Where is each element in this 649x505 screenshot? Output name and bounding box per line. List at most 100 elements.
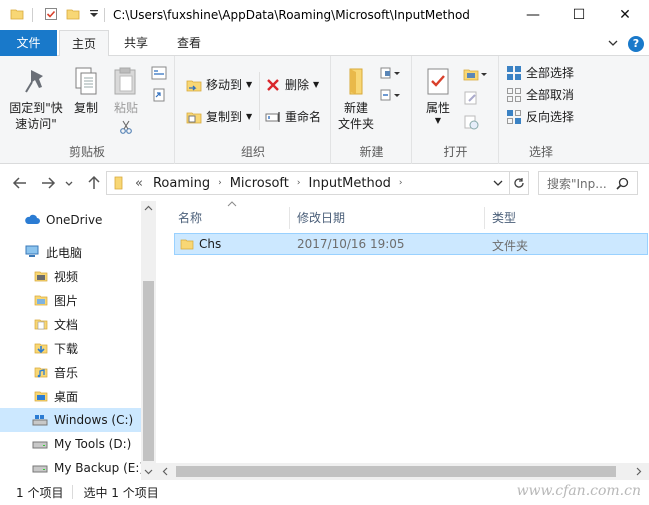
delete-button[interactable]: 删除 ▼ <box>265 76 319 93</box>
tab-home[interactable]: 主页 <box>59 30 109 57</box>
address-dropdown-icon[interactable] <box>492 179 504 187</box>
new-item-icon[interactable] <box>380 66 402 80</box>
rename-icon <box>265 111 280 122</box>
breadcrumb-chevron-icon[interactable]: › <box>218 178 222 188</box>
nav-item-drive-c[interactable]: Windows (C:) <box>0 408 141 432</box>
move-to-button[interactable]: 移动到 ▼ <box>186 76 252 93</box>
status-separator <box>72 485 73 499</box>
search-box[interactable]: 搜索"Inp... <box>538 171 638 195</box>
column-header-type[interactable]: 类型 <box>492 207 592 229</box>
close-button[interactable]: ✕ <box>602 0 648 30</box>
watermark: www.cfan.com.cn <box>516 483 641 499</box>
title-bar: C:\Users\fuxshine\AppData\Roaming\Micros… <box>0 0 649 30</box>
paste-shortcut-icon[interactable] <box>151 88 167 102</box>
customize-quick-access-icon[interactable] <box>87 7 101 21</box>
properties-icon <box>427 68 449 95</box>
history-icon[interactable] <box>463 114 479 130</box>
breadcrumb-inputmethod[interactable]: InputMethod <box>309 176 391 191</box>
address-bar[interactable]: « Roaming › Microsoft › InputMethod › <box>106 171 510 195</box>
minimize-button[interactable]: — <box>510 0 556 30</box>
clipboard-group-label: 剪贴板 <box>68 145 105 159</box>
forward-arrow-icon[interactable] <box>40 175 56 191</box>
navigation-bar: « Roaming › Microsoft › InputMethod › 搜索… <box>0 165 649 201</box>
select-all-button[interactable]: 全部选择 <box>506 64 574 81</box>
pin-to-quick-access-button[interactable]: 固定到"快 速访问" <box>6 66 66 132</box>
maximize-button[interactable]: ☐ <box>556 0 602 30</box>
nav-item-onedrive[interactable]: OneDrive <box>0 208 141 232</box>
nav-item-music[interactable]: 音乐 <box>0 360 141 384</box>
select-group: 全部选择 全部取消 反向选择 选择 <box>500 56 582 164</box>
drive-icon <box>32 465 48 473</box>
properties-button[interactable]: 属性 ▼ <box>417 66 459 125</box>
file-list: 名称 修改日期 类型 Chs 2017/10/16 19:05 文件夹 <box>156 201 649 480</box>
table-row[interactable]: Chs 2017/10/16 19:05 文件夹 <box>174 233 648 255</box>
videos-folder-icon <box>34 271 48 282</box>
selected-count: 选中 1 个项目 <box>83 486 159 500</box>
properties-quick-icon[interactable] <box>44 7 58 21</box>
tab-file[interactable]: 文件 <box>0 30 57 56</box>
downloads-folder-icon <box>34 343 48 354</box>
copy-to-button[interactable]: 复制到 ▼ <box>186 108 252 125</box>
nav-item-this-pc[interactable]: 此电脑 <box>0 240 141 264</box>
nav-item-desktop[interactable]: 桌面 <box>0 384 141 408</box>
navigation-pane-scroll-thumb[interactable] <box>143 281 154 461</box>
breadcrumb-roaming[interactable]: Roaming <box>153 176 210 191</box>
new-folder-quick-icon[interactable] <box>66 7 80 21</box>
organize-group-label: 组织 <box>240 145 265 159</box>
tab-view[interactable]: 查看 <box>165 30 213 56</box>
select-group-label: 选择 <box>528 145 553 159</box>
nav-item-videos[interactable]: 视频 <box>0 264 141 288</box>
window-title: C:\Users\fuxshine\AppData\Roaming\Micros… <box>113 8 470 22</box>
back-arrow-icon[interactable] <box>12 175 28 191</box>
refresh-button[interactable] <box>509 171 529 195</box>
breadcrumb-chevron-icon[interactable]: › <box>297 178 301 188</box>
nav-item-drive-e[interactable]: My Backup (E:) <box>0 456 144 480</box>
edit-icon[interactable] <box>463 90 479 106</box>
select-all-icon <box>507 65 521 80</box>
file-list-scroll-thumb[interactable] <box>176 466 616 477</box>
new-group: 新建 文件夹 新建 <box>332 56 412 164</box>
rename-button[interactable]: 重命名 <box>265 108 321 125</box>
recent-locations-icon[interactable] <box>64 175 74 191</box>
nav-item-documents[interactable]: 文档 <box>0 312 141 336</box>
nav-item-downloads[interactable]: 下载 <box>0 336 141 360</box>
navigation-pane-scrollbar[interactable] <box>141 201 156 480</box>
scroll-left-icon[interactable] <box>162 467 168 476</box>
easy-access-icon[interactable] <box>380 88 402 102</box>
cloud-icon <box>25 214 40 224</box>
tab-share[interactable]: 共享 <box>112 30 160 56</box>
refresh-icon <box>513 178 524 188</box>
move-to-icon <box>186 80 202 91</box>
column-header-modified[interactable]: 修改日期 <box>297 207 485 229</box>
open-group: 属性 ▼ 打开 <box>413 56 499 164</box>
breadcrumb-microsoft[interactable]: Microsoft <box>230 176 289 191</box>
column-header-name[interactable]: 名称 <box>178 207 290 229</box>
breadcrumb-chevron-icon[interactable]: › <box>399 178 403 188</box>
invert-selection-button[interactable]: 反向选择 <box>506 108 574 125</box>
cut-icon[interactable] <box>119 120 133 134</box>
copy-to-icon <box>186 112 202 123</box>
invert-selection-icon <box>507 109 521 124</box>
scroll-up-icon[interactable] <box>144 205 153 211</box>
help-icon[interactable]: ? <box>628 36 644 52</box>
folder-app-icon <box>10 9 24 20</box>
nav-item-pictures[interactable]: 图片 <box>0 288 141 312</box>
breadcrumb-overflow[interactable]: « <box>135 176 143 191</box>
new-folder-button[interactable]: 新建 文件夹 <box>334 66 378 132</box>
paste-button[interactable]: 粘贴 <box>108 66 144 134</box>
organize-separator <box>259 72 260 130</box>
copy-path-icon[interactable] <box>151 66 167 80</box>
file-list-horizontal-scrollbar[interactable] <box>156 463 649 480</box>
select-none-button[interactable]: 全部取消 <box>506 86 574 103</box>
up-arrow-icon[interactable] <box>86 175 102 191</box>
new-group-label: 新建 <box>359 145 384 159</box>
scroll-right-icon[interactable] <box>636 467 642 476</box>
copy-button[interactable]: 复制 <box>68 66 104 116</box>
title-separator <box>104 8 105 22</box>
nav-item-drive-d[interactable]: My Tools (D:) <box>0 432 141 456</box>
open-icon[interactable] <box>463 66 489 82</box>
navigation-pane: OneDrive 此电脑 视频 图片 文档 下载 音乐 桌面 Windows (… <box>0 201 156 480</box>
expand-ribbon-icon[interactable] <box>608 39 618 47</box>
scroll-down-icon[interactable] <box>144 469 153 475</box>
drive-icon <box>32 441 48 449</box>
